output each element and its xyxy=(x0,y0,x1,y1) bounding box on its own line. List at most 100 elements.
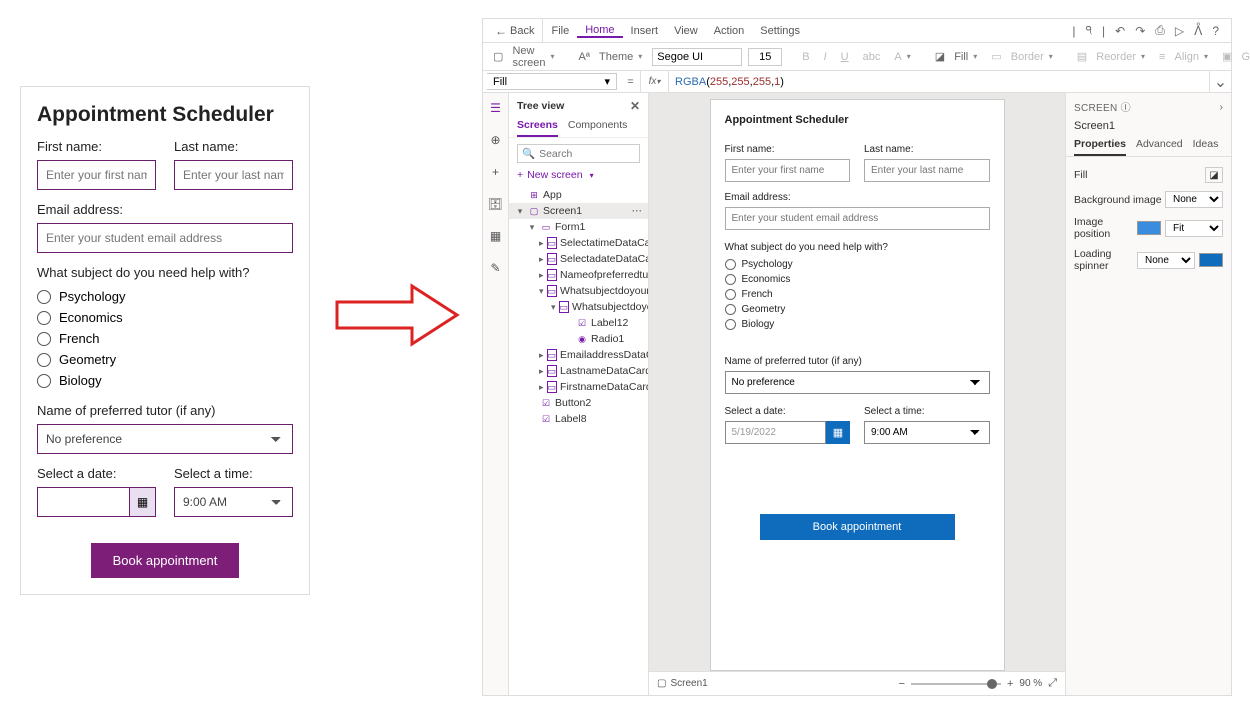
expand-formula-icon[interactable]: ⌄ xyxy=(1209,71,1231,92)
imgpos-select[interactable]: Fit xyxy=(1165,220,1223,237)
tree-view-icon[interactable]: ☰ xyxy=(487,99,505,117)
border-button[interactable]: ▭ Border xyxy=(987,50,1057,63)
fill-icon: ◪ xyxy=(935,50,945,63)
underline-button[interactable]: U xyxy=(837,51,853,63)
subject-radio-group[interactable]: Psychology Economics French Geometry Bio… xyxy=(37,286,293,391)
tree-node[interactable]: ▸▭SelectadateDataCard211 xyxy=(509,251,648,267)
fx-icon[interactable]: fx▾ xyxy=(641,71,669,92)
date-input[interactable] xyxy=(37,487,130,517)
italic-button[interactable]: I xyxy=(820,51,831,63)
share-icon[interactable]: ᐰ xyxy=(1194,24,1202,38)
undo-icon[interactable]: ↶ xyxy=(1115,24,1125,38)
email-input[interactable] xyxy=(37,223,293,253)
tree-node[interactable]: ▾▢Screen1⋯ xyxy=(509,203,648,219)
close-icon[interactable]: ✕ xyxy=(630,99,640,113)
more-icon[interactable]: ⋯ xyxy=(630,205,645,217)
new-screen-button[interactable]: ▢ New screen xyxy=(489,45,559,69)
book-button[interactable]: Book appointment xyxy=(760,514,955,540)
menu-file[interactable]: File xyxy=(543,25,577,37)
tutor-select[interactable]: No preference xyxy=(37,424,293,454)
font-color-button[interactable]: A xyxy=(890,51,914,63)
tutor-select[interactable]: No preference xyxy=(725,371,990,394)
tree-node-icon: ▭ xyxy=(547,285,558,297)
save-icon[interactable]: ⎙ xyxy=(1155,23,1165,38)
menu-settings[interactable]: Settings xyxy=(752,25,808,37)
chevron-right-icon[interactable]: › xyxy=(1220,101,1224,113)
media-rail-icon[interactable]: ▦ xyxy=(487,227,505,245)
app-checker-icon[interactable]: ੧ xyxy=(1085,23,1092,38)
reorder-button[interactable]: ▤ Reorder xyxy=(1073,50,1149,63)
radio-icon xyxy=(725,304,736,315)
email-input[interactable] xyxy=(725,207,990,230)
font-size-input[interactable] xyxy=(748,48,782,66)
calendar-icon[interactable]: ▦ xyxy=(130,487,156,517)
menu-home[interactable]: Home xyxy=(577,24,622,38)
props-tab-ideas[interactable]: Ideas xyxy=(1193,138,1219,156)
tree-node-label: FirstnameDataCard201 xyxy=(560,381,648,393)
help-icon[interactable]: ⓘ xyxy=(1121,103,1131,114)
zoom-slider[interactable] xyxy=(911,683,1001,685)
bg-image-select[interactable]: None xyxy=(1165,191,1223,208)
last-name-input[interactable] xyxy=(864,159,990,182)
tree-tab-screens[interactable]: Screens xyxy=(517,119,558,137)
book-button[interactable]: Book appointment xyxy=(91,543,240,578)
footer-screen-nav[interactable]: ▢Screen1 xyxy=(657,678,708,689)
loading-select[interactable]: None xyxy=(1137,252,1195,269)
subject-radio-group[interactable]: Psychology Economics French Geometry Bio… xyxy=(725,257,990,332)
db-rail-icon[interactable]: 🗄 xyxy=(487,195,505,213)
tree-node[interactable]: ▾▭Whatsubjectdoyouneed1124Vert xyxy=(509,299,648,315)
tree-node[interactable]: ▸▭Nameofpreferredtutor7257DataCard xyxy=(509,267,648,283)
bold-button[interactable]: B xyxy=(798,51,813,63)
first-name-input[interactable] xyxy=(725,159,851,182)
preview-icon[interactable]: ▷ xyxy=(1175,24,1184,38)
tree-search[interactable]: 🔍 xyxy=(517,144,640,163)
tree-node[interactable]: ☑Label12 xyxy=(509,315,648,331)
fill-color-button[interactable]: ◪ Fill xyxy=(931,50,982,63)
group-button[interactable]: ▣ Group xyxy=(1218,50,1250,63)
tree-node[interactable]: ▾▭Whatsubjectdoyouneed1124DataCard xyxy=(509,283,648,299)
menu-view[interactable]: View xyxy=(666,25,706,37)
tree-node[interactable]: ▸▭SelectatimeDataCard213 xyxy=(509,235,648,251)
props-tab-advanced[interactable]: Advanced xyxy=(1136,138,1183,156)
tool-rail-icon[interactable]: ✎ xyxy=(487,259,505,277)
screen-icon: ▢ xyxy=(657,678,666,689)
zoom-out-icon[interactable]: − xyxy=(899,678,905,690)
font-name-input[interactable] xyxy=(652,48,742,66)
calendar-icon[interactable]: ▦ xyxy=(826,421,850,444)
theme-button[interactable]: Aª Theme xyxy=(575,51,647,63)
tree-node[interactable]: ▸▭LastnameDataCard203 xyxy=(509,363,648,379)
insert-rail-icon[interactable]: ⊕ xyxy=(487,131,505,149)
back-button[interactable]: ←Back xyxy=(487,19,543,42)
property-selector[interactable]: Fill▾ xyxy=(487,73,617,90)
tree-search-input[interactable] xyxy=(539,148,635,160)
tree-node[interactable]: ▸▭EmailaddressDataCard205 xyxy=(509,347,648,363)
data-rail-icon[interactable]: + xyxy=(487,163,505,181)
time-select[interactable]: 9:00 AM xyxy=(174,487,293,517)
tree-node[interactable]: ☑Label8 xyxy=(509,411,648,427)
tree-new-screen[interactable]: +New screen▾ xyxy=(517,169,640,181)
tree-node[interactable]: ▸▭FirstnameDataCard201 xyxy=(509,379,648,395)
menu-insert[interactable]: Insert xyxy=(623,25,667,37)
redo-icon[interactable]: ↷ xyxy=(1135,24,1145,38)
props-tab-properties[interactable]: Properties xyxy=(1074,138,1126,156)
menu-action[interactable]: Action xyxy=(706,25,753,37)
first-name-input[interactable] xyxy=(37,160,156,190)
zoom-in-icon[interactable]: + xyxy=(1007,678,1013,690)
radio-option: French xyxy=(59,331,99,346)
tree-node[interactable]: ⊞App xyxy=(509,187,648,203)
tree-node[interactable]: ☑Button2 xyxy=(509,395,648,411)
tree-tab-components[interactable]: Components xyxy=(568,119,628,137)
canvas-app-preview[interactable]: Appointment Scheduler First name: Last n… xyxy=(710,99,1005,671)
fill-swatch-button[interactable]: ◪ xyxy=(1205,167,1223,183)
fit-icon[interactable]: ⤢ xyxy=(1048,677,1057,690)
strike-button[interactable]: abc xyxy=(859,51,885,63)
formula-num: 255 xyxy=(731,76,749,88)
date-input[interactable] xyxy=(725,421,827,444)
formula-input[interactable]: RGBA(255, 255, 255, 1) xyxy=(669,71,1209,92)
align-button[interactable]: ≡ Align xyxy=(1155,51,1212,63)
last-name-input[interactable] xyxy=(174,160,293,190)
tree-node[interactable]: ▾▭Form1 xyxy=(509,219,648,235)
tree-node[interactable]: ◉Radio1 xyxy=(509,331,648,347)
help-icon[interactable]: ? xyxy=(1212,24,1219,38)
time-select[interactable]: 9:00 AM xyxy=(864,421,990,444)
